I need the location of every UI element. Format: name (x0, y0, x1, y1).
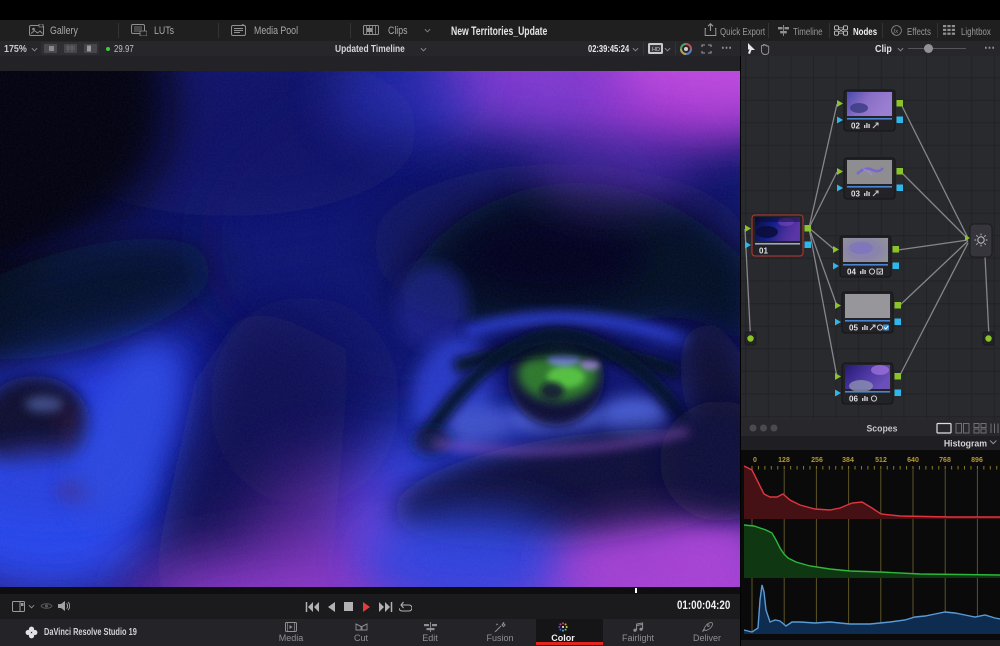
svg-text:HD: HD (652, 47, 660, 53)
svg-text:0: 0 (753, 457, 757, 464)
svg-text:03: 03 (851, 190, 860, 199)
svg-text:02: 02 (851, 122, 860, 131)
svg-text:640: 640 (907, 457, 919, 464)
svg-text:fx: fx (893, 28, 898, 35)
svg-text:768: 768 (939, 457, 951, 464)
svg-text:04: 04 (847, 268, 856, 277)
svg-text:512: 512 (875, 457, 887, 464)
svg-text:05: 05 (849, 324, 858, 333)
svg-text:896: 896 (971, 457, 983, 464)
svg-text:256: 256 (811, 457, 823, 464)
svg-text:06: 06 (849, 395, 858, 404)
svg-text:01: 01 (759, 247, 768, 256)
svg-text:384: 384 (842, 457, 854, 464)
svg-text:128: 128 (778, 457, 790, 464)
svg-text:Scopes: Scopes (866, 423, 897, 433)
svg-text:Histogram: Histogram (944, 438, 987, 448)
